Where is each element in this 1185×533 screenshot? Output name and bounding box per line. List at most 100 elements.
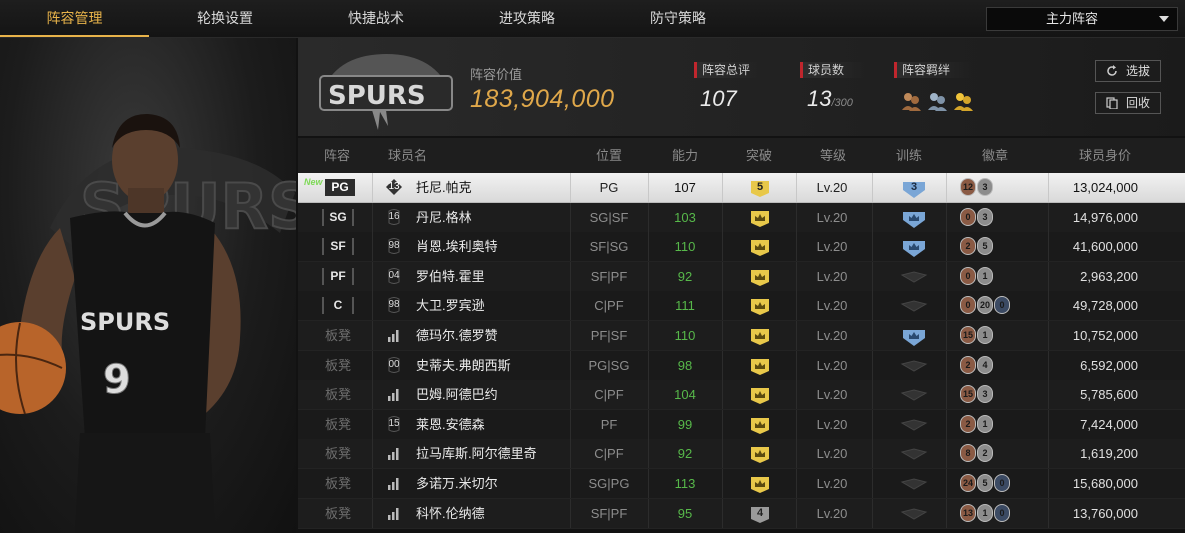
player-name[interactable]: 史蒂夫.弗朗西斯 (416, 351, 511, 380)
column-divider (946, 232, 947, 262)
player-price: 10,752,000 (1072, 328, 1138, 343)
column-divider (872, 350, 873, 380)
chevron-down-icon (1159, 16, 1169, 22)
table-row[interactable]: 板凳 德玛尔.德罗赞 PF|SF 110 Lv.20 15 1 10,752,000 (298, 321, 1185, 351)
bench-label: 板凳 (325, 387, 352, 403)
table-row[interactable]: SG 16 丹尼.格林 SG|SF 103 Lv.20 0 3 14,976,000 (298, 202, 1185, 233)
breakthrough-shield-icon (751, 417, 769, 434)
column-divider (372, 439, 373, 469)
column-divider (372, 321, 373, 350)
tab-quick-tactics[interactable]: 快捷战术 (326, 0, 426, 35)
player-name[interactable]: 托尼.帕克 (416, 173, 472, 202)
column-divider (648, 380, 649, 410)
player-level: Lv.20 (816, 476, 848, 491)
table-row[interactable]: 板凳 00 史蒂夫.弗朗西斯 PG|SG 98 Lv.20 2 4 6,592,000 (298, 350, 1185, 381)
player-level: Lv.20 (816, 298, 848, 314)
table-row[interactable]: SF 98 肖恩.埃利奥特 SF|SG 110 Lv.20 2 5 41,600,000 (298, 232, 1185, 263)
lineup-dropdown[interactable]: 主力阵容 (986, 7, 1178, 31)
player-name[interactable]: 巴姆.阿德巴约 (416, 380, 498, 409)
column-divider (1048, 321, 1049, 350)
column-divider (796, 380, 797, 410)
table-row[interactable]: C 98 大卫.罗宾逊 C|PF 111 Lv.20 0 20 0 49,728,000 (298, 291, 1185, 322)
column-divider (796, 321, 797, 350)
player-name[interactable]: 拉马库斯.阿尔德里奇 (416, 439, 537, 468)
column-divider (1048, 173, 1049, 202)
column-divider (648, 261, 649, 291)
column-divider (946, 173, 947, 202)
column-divider (796, 232, 797, 262)
recycle-button-label: 回收 (1126, 96, 1151, 110)
jersey-number: 04 (388, 269, 400, 281)
player-ability: 111 (675, 298, 695, 314)
breakthrough-shield-icon (751, 329, 769, 345)
player-count-max: /300 (831, 97, 853, 109)
table-row[interactable]: 板凳 巴姆.阿德巴约 C|PF 104 Lv.20 15 3 5,785,600 (298, 380, 1185, 411)
table-row[interactable]: PF 04 罗伯特.霍里 SF|PF 92 Lv.20 0 1 2,963,200 (298, 261, 1185, 292)
jersey-number-icon (386, 445, 402, 461)
badge-chip: 1 (977, 266, 993, 285)
player-position: PF (600, 416, 618, 432)
table-row[interactable]: 板凳 多诺万.米切尔 SG|PG 113 Lv.20 24 5 0 15,680,000 (298, 469, 1185, 499)
player-price: 5,785,600 (1080, 387, 1138, 403)
column-divider (796, 469, 797, 498)
column-divider (946, 498, 947, 528)
tab-offense[interactable]: 进攻策略 (477, 0, 577, 35)
player-price: 1,619,200 (1080, 446, 1138, 462)
breakthrough-badge: 4 (750, 505, 770, 523)
col-training: 训练 (896, 148, 923, 163)
badge-chip: 5 (977, 474, 993, 492)
training-badge (900, 326, 928, 346)
player-name[interactable]: 德玛尔.德罗赞 (416, 321, 498, 350)
chemistry-icons[interactable] (900, 90, 980, 112)
tab-defense[interactable]: 防守策略 (628, 0, 728, 35)
breakthrough-badge (750, 416, 770, 434)
badge-chip: 2 (977, 444, 993, 463)
badge-chip: 12 (960, 178, 976, 196)
column-divider (648, 291, 649, 321)
column-divider (872, 202, 873, 232)
lineup-slot-badge: C (322, 297, 354, 315)
column-divider (648, 321, 649, 350)
badge-chip: 3 (977, 385, 993, 404)
player-name[interactable]: 罗伯特.霍里 (416, 262, 485, 291)
breakthrough-level: 4 (756, 506, 764, 519)
column-divider (796, 409, 797, 439)
column-divider (722, 291, 723, 321)
lineup-slot-badge: SF (322, 238, 354, 256)
player-name[interactable]: 多诺万.米切尔 (416, 469, 498, 498)
lineup-value-label: 阵容价值 (470, 67, 523, 82)
player-name[interactable]: 科怀.伦纳德 (416, 499, 485, 528)
breakthrough-badge: 5 (750, 179, 770, 197)
table-row[interactable]: 板凳 拉马库斯.阿尔德里奇 C|PF 92 Lv.20 8 2 1,619,200 (298, 439, 1185, 470)
tab-rotation[interactable]: 轮换设置 (175, 0, 275, 35)
player-position: SF|PF (590, 505, 628, 521)
player-name[interactable]: 大卫.罗宾逊 (416, 291, 485, 320)
table-row[interactable]: PG New 13 托尼.帕克 PG 107 5 Lv.20 3 12 3 13,024,000 (298, 173, 1185, 203)
bench-label: 板凳 (325, 446, 352, 462)
jersey-number-icon (386, 327, 402, 343)
column-divider (946, 202, 947, 232)
breakthrough-shield-icon (751, 358, 769, 375)
jersey-number: 98 (388, 240, 400, 252)
breakthrough-shield-icon (751, 447, 769, 464)
training-level: 3 (910, 181, 918, 193)
table-row[interactable]: 板凳 15 莱恩.安德森 PF 99 Lv.20 2 1 7,424,000 (298, 409, 1185, 440)
training-badge (900, 208, 928, 228)
recycle-button[interactable]: 回收 (1095, 92, 1161, 114)
breakthrough-badge (750, 297, 770, 316)
tab-lineup[interactable]: 阵容管理 (0, 0, 149, 37)
player-ability: 103 (674, 209, 696, 225)
column-divider (648, 439, 649, 469)
player-name[interactable]: 肖恩.埃利奥特 (416, 232, 498, 261)
card-icon (1106, 97, 1118, 109)
table-row[interactable]: 板凳 科怀.伦纳德 SF|PF 95 4 Lv.20 13 1 0 13,760,000 (298, 498, 1185, 529)
player-name[interactable]: 丹尼.格林 (416, 203, 472, 232)
column-divider (946, 261, 947, 291)
training-shield-icon (900, 360, 928, 372)
player-name[interactable]: 莱恩.安德森 (416, 410, 485, 439)
breakthrough-shield-icon (751, 299, 769, 316)
breakthrough-badge (750, 268, 770, 286)
select-button[interactable]: 选拔 (1095, 60, 1161, 82)
player-level: Lv.20 (816, 239, 848, 255)
badge-chip: 15 (960, 385, 976, 404)
